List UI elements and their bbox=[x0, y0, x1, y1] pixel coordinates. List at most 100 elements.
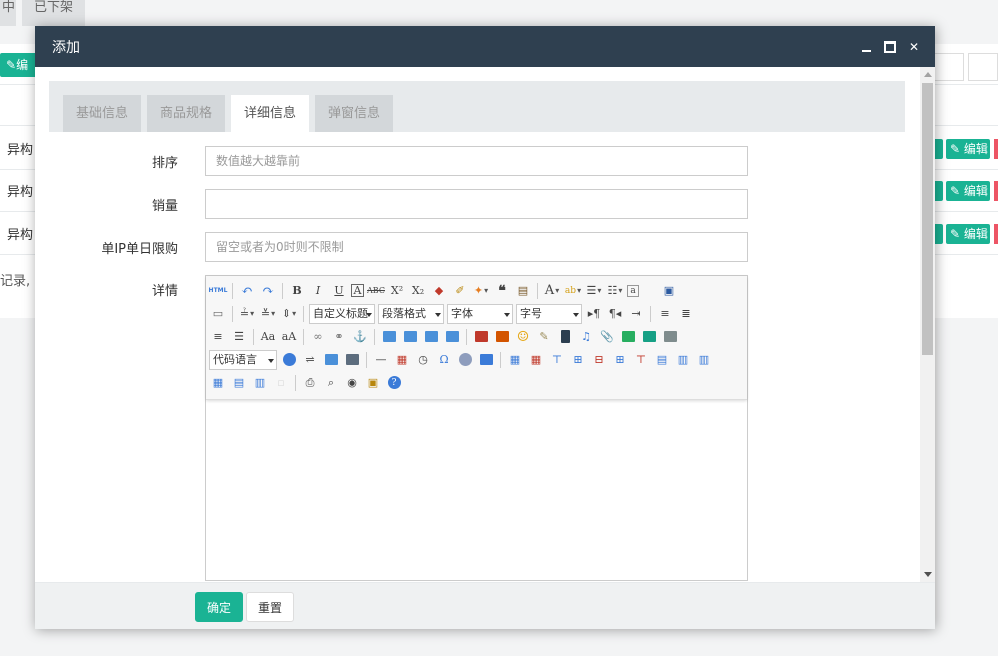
simple-upload-icon[interactable] bbox=[472, 328, 490, 346]
preview-icon[interactable]: ⌕ bbox=[322, 374, 340, 392]
page-break-icon[interactable]: ⇌ bbox=[301, 351, 319, 369]
search-replace-icon[interactable] bbox=[456, 351, 474, 369]
row-spacing-bottom-icon[interactable]: ≚ bbox=[259, 305, 277, 323]
map-icon[interactable] bbox=[619, 328, 637, 346]
align-right-icon[interactable]: ≡ bbox=[209, 328, 227, 346]
align-center-icon[interactable]: ≣ bbox=[677, 305, 695, 323]
tab-detail-info[interactable]: 详细信息 bbox=[231, 95, 310, 132]
ordered-list-icon[interactable]: ☰ bbox=[585, 282, 603, 300]
paste-plain-icon[interactable]: ▤ bbox=[514, 282, 532, 300]
align-justify-icon[interactable]: ☰ bbox=[230, 328, 248, 346]
insert-row-icon[interactable]: ⊞ bbox=[569, 351, 587, 369]
align-left-icon[interactable]: ≡ bbox=[656, 305, 674, 323]
font-color-icon[interactable]: A bbox=[543, 282, 561, 300]
unordered-list-icon[interactable]: ☷ bbox=[606, 282, 624, 300]
maximize-icon[interactable] bbox=[883, 40, 897, 54]
template-icon[interactable] bbox=[322, 351, 340, 369]
music-icon[interactable]: ♫ bbox=[577, 328, 595, 346]
unlink-icon[interactable]: ⚭ bbox=[330, 328, 348, 346]
word-image-icon[interactable] bbox=[477, 351, 495, 369]
fullscreen-icon[interactable]: ▣ bbox=[660, 282, 678, 300]
time-icon[interactable]: ◷ bbox=[414, 351, 432, 369]
scroll-up-icon[interactable] bbox=[924, 72, 932, 77]
delete-col-icon[interactable]: ⊤ bbox=[632, 351, 650, 369]
background-icon[interactable] bbox=[343, 351, 361, 369]
insert-image-icon[interactable] bbox=[493, 328, 511, 346]
emotion-icon[interactable]: ☺ bbox=[514, 328, 532, 346]
ltr-icon[interactable]: ▸¶ bbox=[585, 305, 603, 323]
drafts-icon[interactable]: ▣ bbox=[364, 374, 382, 392]
select-all-icon[interactable]: a bbox=[627, 284, 639, 297]
sales-input[interactable] bbox=[205, 189, 748, 219]
font-border-icon[interactable]: A bbox=[351, 284, 364, 297]
superscript-icon[interactable]: X² bbox=[388, 282, 406, 300]
scroll-down-icon[interactable] bbox=[924, 572, 932, 577]
redo-icon[interactable]: ↷ bbox=[259, 282, 277, 300]
bg-row-delete-button[interactable] bbox=[994, 181, 998, 201]
gmap-icon[interactable] bbox=[640, 328, 658, 346]
clear-document-icon[interactable]: ▭ bbox=[209, 305, 227, 323]
eraser-icon[interactable]: ◆ bbox=[430, 282, 448, 300]
insert-table-icon[interactable]: ▦ bbox=[506, 351, 524, 369]
scrollbar-thumb[interactable] bbox=[922, 83, 933, 355]
to-lowercase-icon[interactable]: aA bbox=[280, 328, 298, 346]
code-language-select[interactable]: 代码语言 bbox=[209, 349, 277, 370]
bg-edit-button[interactable]: ✎编 bbox=[0, 53, 38, 77]
bg-row-edit-button[interactable]: ✎ 编辑 bbox=[946, 139, 990, 159]
dialog-scrollbar[interactable] bbox=[920, 67, 935, 582]
split-to-cols-icon[interactable]: ▥ bbox=[251, 374, 269, 392]
special-chars-icon[interactable]: Ω bbox=[435, 351, 453, 369]
italic-icon[interactable]: I bbox=[309, 282, 327, 300]
link-icon[interactable]: ∞ bbox=[309, 328, 327, 346]
row-spacing-top-icon[interactable]: ≟ bbox=[238, 305, 256, 323]
html-source-icon[interactable]: HTML bbox=[209, 282, 228, 300]
split-to-cells-icon[interactable]: ▦ bbox=[209, 374, 227, 392]
date-icon[interactable]: ▦ bbox=[393, 351, 411, 369]
search-icon[interactable]: ◉ bbox=[343, 374, 361, 392]
insert-col-icon[interactable]: ⊞ bbox=[611, 351, 629, 369]
underline-icon[interactable]: U bbox=[330, 282, 348, 300]
undo-icon[interactable]: ↶ bbox=[238, 282, 256, 300]
rtl-icon[interactable]: ¶◂ bbox=[606, 305, 624, 323]
attachment-icon[interactable]: 📎 bbox=[598, 328, 616, 346]
web-app-icon[interactable] bbox=[280, 351, 298, 369]
chart-icon[interactable]: ▫ bbox=[272, 374, 290, 392]
bg-row-delete-button[interactable] bbox=[994, 139, 998, 159]
sort-input[interactable]: 数值越大越靠前 bbox=[205, 146, 748, 176]
editor-content-area[interactable] bbox=[206, 400, 747, 580]
font-family-select[interactable]: 字体 bbox=[447, 303, 513, 324]
limit-input[interactable]: 留空或者为0时则不限制 bbox=[205, 232, 748, 262]
insert-frame-icon[interactable] bbox=[661, 328, 679, 346]
image-center-icon[interactable] bbox=[443, 328, 461, 346]
bg-row-edit-button[interactable]: ✎ 编辑 bbox=[946, 181, 990, 201]
background-color-icon[interactable]: ab bbox=[564, 282, 582, 300]
insert-paragraph-before-icon[interactable]: ⊤ bbox=[548, 351, 566, 369]
horizontal-rule-icon[interactable]: — bbox=[372, 351, 390, 369]
tab-basic-info[interactable]: 基础信息 bbox=[63, 95, 142, 132]
custom-heading-select[interactable]: 自定义标题 bbox=[309, 303, 375, 324]
print-icon[interactable]: ⎙ bbox=[301, 374, 319, 392]
minimize-icon[interactable] bbox=[859, 40, 873, 54]
bg-row-edit-button[interactable]: ✎ 编辑 bbox=[946, 224, 990, 244]
image-none-icon[interactable] bbox=[380, 328, 398, 346]
delete-table-icon[interactable]: ▦ bbox=[527, 351, 545, 369]
subscript-icon[interactable]: X₂ bbox=[409, 282, 427, 300]
delete-row-icon[interactable]: ⊟ bbox=[590, 351, 608, 369]
confirm-button[interactable]: 确定 bbox=[195, 592, 244, 622]
tab-popup-info[interactable]: 弹窗信息 bbox=[315, 95, 394, 132]
to-uppercase-icon[interactable]: Aa bbox=[259, 328, 277, 346]
line-height-icon[interactable]: ⇕ bbox=[280, 305, 298, 323]
indent-icon[interactable]: ⇥ bbox=[627, 305, 645, 323]
bg-tab-off-shelf[interactable]: 已下架 bbox=[22, 0, 86, 26]
insert-video-icon[interactable] bbox=[556, 328, 574, 346]
anchor-icon[interactable]: ⚓ bbox=[351, 328, 369, 346]
help-icon[interactable]: ? bbox=[385, 374, 403, 392]
merge-down-icon[interactable]: ▥ bbox=[695, 351, 713, 369]
close-icon[interactable]: ✕ bbox=[907, 40, 921, 54]
scrawl-icon[interactable]: ✎ bbox=[535, 328, 553, 346]
font-size-select[interactable]: 字号 bbox=[516, 303, 582, 324]
image-left-icon[interactable] bbox=[401, 328, 419, 346]
format-brush-icon[interactable]: ✐ bbox=[451, 282, 469, 300]
auto-format-icon[interactable]: ✦ bbox=[472, 282, 490, 300]
merge-right-icon[interactable]: ▥ bbox=[674, 351, 692, 369]
